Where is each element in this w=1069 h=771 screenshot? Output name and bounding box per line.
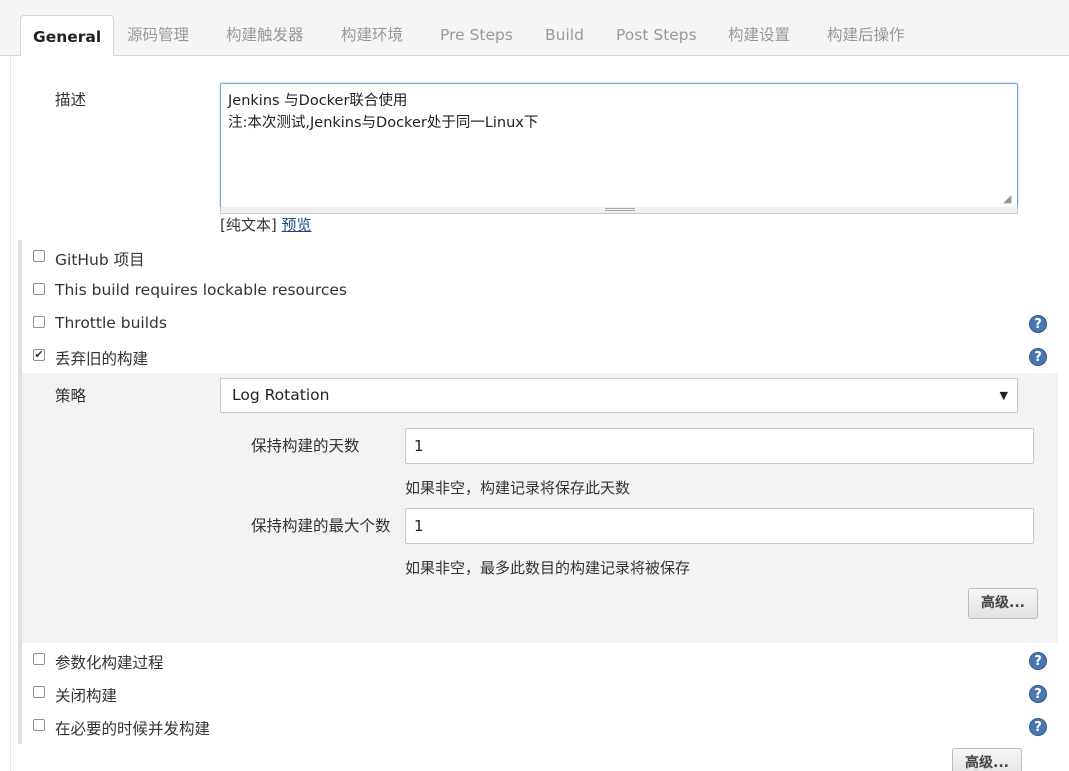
disable-build-checkbox[interactable] <box>33 686 45 698</box>
description-label: 描述 <box>55 91 87 109</box>
concurrent-builds-checkbox[interactable] <box>33 719 45 731</box>
throttle-builds-help-icon[interactable]: ? <box>1029 315 1047 333</box>
discard-old-builds-checkbox[interactable]: ✔ <box>33 349 45 361</box>
tab-general[interactable]: General <box>20 15 115 57</box>
resize-handle-icon[interactable] <box>605 208 635 211</box>
days-to-keep-hint: 如果非空，构建记录将保存此天数 <box>405 479 631 497</box>
description-format-line: [纯文本] 预览 <box>220 214 312 235</box>
github-project-checkbox[interactable] <box>33 250 45 262</box>
parameterized-help-icon[interactable]: ? <box>1029 652 1047 670</box>
plain-text-label: [纯文本] <box>220 216 277 234</box>
throttle-builds-checkbox[interactable] <box>33 316 45 328</box>
resize-grip-icon[interactable]: ◢ <box>1003 193 1015 205</box>
discard-old-builds-label: 丢弃旧的构建 <box>55 350 149 368</box>
throttle-builds-label: Throttle builds <box>55 314 167 332</box>
tab-build[interactable]: Build <box>533 14 596 56</box>
discard-old-builds-help-icon[interactable]: ? <box>1029 348 1047 366</box>
tab-source-code[interactable]: 源码管理 <box>115 14 201 56</box>
textarea-resize-bar[interactable] <box>220 207 1018 214</box>
preview-link[interactable]: 预览 <box>282 216 312 234</box>
disable-build-help-icon[interactable]: ? <box>1029 685 1047 703</box>
general-advanced-button[interactable]: 高级... <box>952 748 1022 771</box>
tab-bar: General 源码管理 构建触发器 构建环境 Pre Steps Build … <box>0 0 1069 57</box>
lockable-resources-label: This build requires lockable resources <box>55 281 347 299</box>
max-builds-input[interactable]: 1 <box>405 508 1034 544</box>
disable-build-label: 关闭构建 <box>55 687 118 705</box>
concurrent-builds-label: 在必要的时候并发构建 <box>55 720 211 738</box>
max-builds-hint: 如果非空，最多此数目的构建记录将被保存 <box>405 559 691 577</box>
days-to-keep-label: 保持构建的天数 <box>251 437 360 455</box>
tab-pre-steps[interactable]: Pre Steps <box>428 14 525 56</box>
concurrent-builds-help-icon[interactable]: ? <box>1029 718 1047 736</box>
description-textarea[interactable] <box>220 83 1018 208</box>
days-to-keep-input[interactable]: 1 <box>405 428 1034 464</box>
strategy-label: 策略 <box>55 387 87 405</box>
github-project-label: GitHub 项目 <box>55 251 145 269</box>
tab-build-environment[interactable]: 构建环境 <box>329 14 415 56</box>
strategy-advanced-button[interactable]: 高级... <box>968 588 1038 619</box>
lockable-resources-checkbox[interactable] <box>33 283 45 295</box>
strategy-select[interactable]: Log Rotation ▼ <box>220 378 1018 413</box>
parameterized-label: 参数化构建过程 <box>55 654 164 672</box>
tab-post-build-actions[interactable]: 构建后操作 <box>815 14 917 56</box>
dropdown-arrow-icon: ▼ <box>999 389 1008 402</box>
parameterized-checkbox[interactable] <box>33 653 45 665</box>
job-config-page: General 源码管理 构建触发器 构建环境 Pre Steps Build … <box>0 0 1069 771</box>
strategy-selected-value: Log Rotation <box>232 386 330 404</box>
tab-build-settings[interactable]: 构建设置 <box>716 14 802 56</box>
tab-post-steps[interactable]: Post Steps <box>604 14 709 56</box>
max-builds-label: 保持构建的最大个数 <box>251 517 391 535</box>
tab-build-triggers[interactable]: 构建触发器 <box>214 14 316 56</box>
